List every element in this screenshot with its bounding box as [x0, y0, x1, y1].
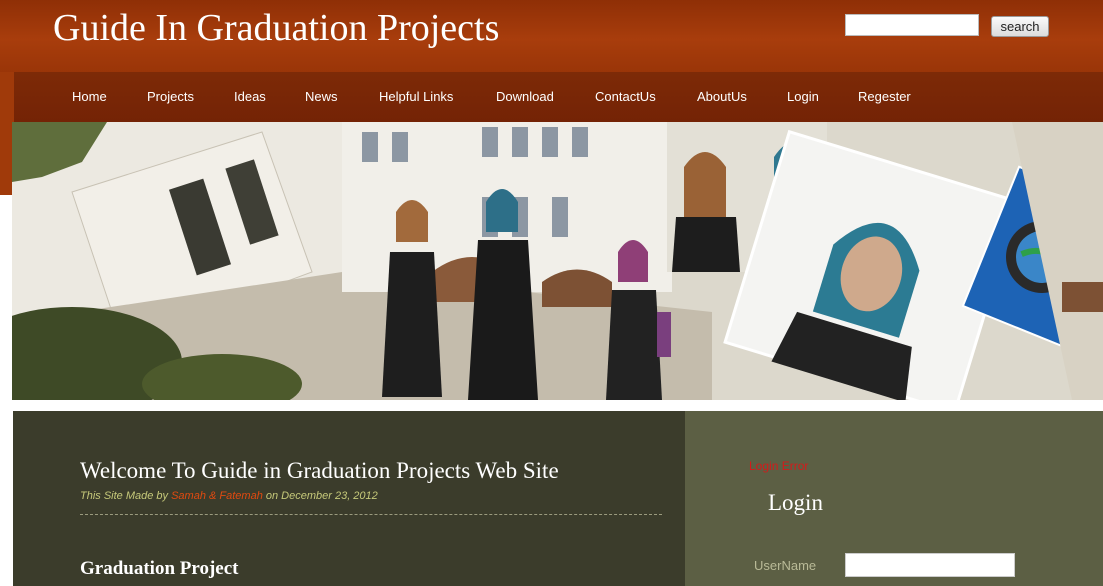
nav-item-ideas[interactable]: Ideas [234, 88, 266, 106]
nav-item-login[interactable]: Login [787, 88, 819, 106]
site-title: Guide In Graduation Projects [53, 7, 500, 49]
main-nav: Home Projects Ideas News Helpful Links D… [14, 72, 1103, 122]
search-input[interactable] [845, 14, 979, 36]
byline-author-link[interactable]: Samah & Fatemah [171, 490, 263, 502]
login-error-message: Login Error [749, 459, 809, 473]
dashed-divider [80, 514, 662, 515]
section-title: Graduation Project [80, 558, 239, 579]
main-content: Welcome To Guide in Graduation Projects … [13, 411, 685, 586]
login-heading: Login [768, 490, 823, 515]
banner-collage-illustration [12, 122, 1103, 400]
nav-item-helpful-links[interactable]: Helpful Links [379, 88, 453, 106]
nav-item-aboutus[interactable]: AboutUs [697, 88, 747, 106]
post-byline: This Site Made by Samah & Fatemah on Dec… [80, 490, 378, 502]
byline-date: on December 23, 2012 [262, 490, 378, 502]
nav-item-register[interactable]: Regester [858, 88, 911, 106]
nav-item-home[interactable]: Home [72, 88, 107, 106]
site-header: Guide In Graduation Projects search [0, 0, 1103, 72]
search-button[interactable]: search [991, 16, 1049, 37]
username-label: UserName [754, 558, 817, 573]
nav-item-contactus[interactable]: ContactUs [595, 88, 656, 106]
nav-item-download[interactable]: Download [496, 88, 554, 106]
banner-photo-collage [12, 122, 1103, 400]
login-sidebar: Login Error Login UserName [685, 411, 1103, 586]
welcome-title: Welcome To Guide in Graduation Projects … [80, 458, 559, 483]
nav-item-projects[interactable]: Projects [147, 88, 194, 106]
username-field[interactable] [845, 553, 1015, 577]
byline-prefix: This Site Made by [80, 490, 172, 502]
nav-item-news[interactable]: News [305, 88, 338, 106]
